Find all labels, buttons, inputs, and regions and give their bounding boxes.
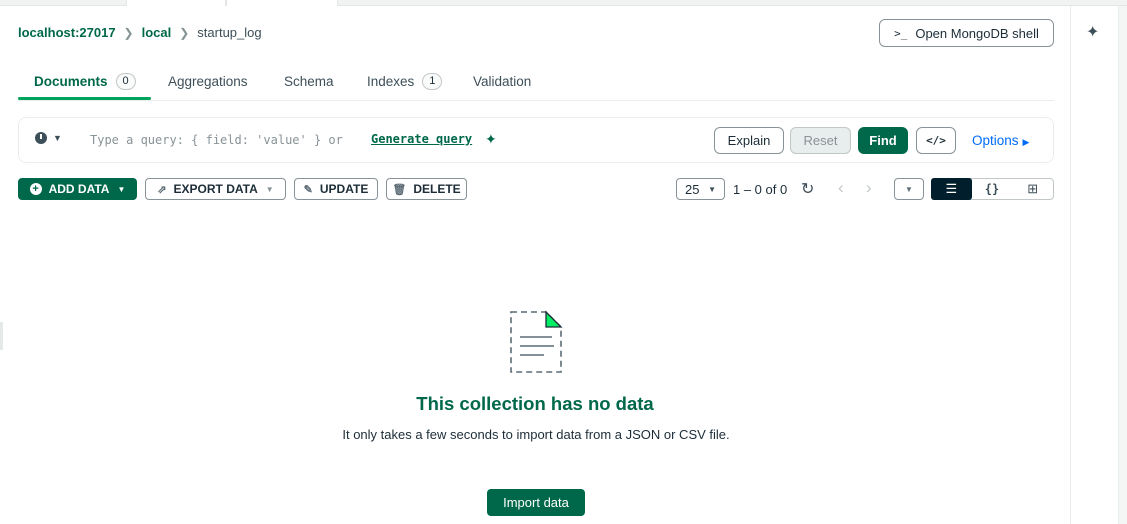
- tab-indexes-label: Indexes: [367, 73, 415, 89]
- pagination-range: 1 – 0 of 0: [733, 182, 788, 197]
- sidebar-resize-handle[interactable]: [0, 322, 3, 350]
- table-view-button[interactable]: ⊞: [1012, 179, 1053, 199]
- braces-icon: {}: [984, 182, 1000, 196]
- active-tab-indicator: [18, 97, 151, 100]
- caret-down-icon: ▼: [53, 133, 62, 143]
- query-history-button[interactable]: ▼: [35, 132, 62, 144]
- generate-query-link[interactable]: Generate query: [371, 132, 472, 146]
- breadcrumb-host[interactable]: localhost:27017: [18, 25, 116, 40]
- caret-down-icon: ▼: [265, 184, 274, 194]
- tab-documents-label: Documents: [34, 73, 108, 89]
- breadcrumb-collection: startup_log: [197, 25, 262, 40]
- collection-tabs: Documents 0 Aggregations Schema Indexes …: [18, 62, 1054, 101]
- scrollbar[interactable]: [1118, 6, 1127, 524]
- chevron-right-icon: ❯: [123, 25, 134, 40]
- add-data-button[interactable]: + ADD DATA ▼: [18, 178, 137, 200]
- update-button[interactable]: ✎ UPDATE: [294, 178, 378, 200]
- open-shell-label: Open MongoDB shell: [915, 25, 1039, 41]
- caret-down-icon: ▼: [708, 184, 716, 194]
- tab-documents[interactable]: Documents 0: [34, 62, 136, 100]
- export-icon: ⇗: [157, 183, 167, 196]
- delete-button[interactable]: 🗑 DELETE: [386, 178, 467, 200]
- assistant-panel: [1070, 6, 1118, 524]
- assistant-sparkle-icon[interactable]: ✦: [1086, 22, 1099, 42]
- query-input[interactable]: Type a query: { field: 'value' } or: [90, 133, 343, 147]
- caret-down-icon: ▼: [117, 184, 126, 194]
- options-toggle[interactable]: Options ▶: [972, 133, 1029, 148]
- view-options-dropdown[interactable]: ▼: [894, 178, 924, 200]
- export-data-label: EXPORT DATA: [173, 182, 258, 196]
- table-icon: ⊞: [1027, 181, 1039, 196]
- tab-aggregations[interactable]: Aggregations: [168, 62, 248, 100]
- empty-state-title: This collection has no data: [416, 393, 654, 414]
- sparkle-icon: ✦: [485, 131, 497, 147]
- trash-icon: 🗑: [392, 183, 407, 196]
- view-mode-switcher: ☰ {} ⊞: [931, 178, 1054, 200]
- tab-validation[interactable]: Validation: [473, 62, 531, 100]
- documents-count-badge: 0: [115, 72, 136, 90]
- export-code-button[interactable]: </>: [916, 127, 956, 154]
- clock-icon: [35, 132, 47, 144]
- update-label: UPDATE: [319, 182, 369, 196]
- caret-down-icon: ▼: [905, 184, 913, 194]
- list-view-button[interactable]: ☰: [931, 178, 972, 200]
- options-label: Options: [972, 133, 1019, 148]
- tab-validation-label: Validation: [473, 73, 532, 89]
- documents-workspace: localhost:27017 ❯ local ❯ startup_log >_…: [0, 6, 1070, 524]
- find-button[interactable]: Find: [858, 127, 908, 154]
- reset-button[interactable]: Reset: [790, 127, 851, 154]
- import-data-button[interactable]: Import data: [487, 489, 585, 516]
- explain-button[interactable]: Explain: [714, 127, 784, 154]
- list-icon: ☰: [945, 181, 958, 196]
- chevron-right-icon: ❯: [179, 25, 190, 40]
- page-size-select[interactable]: 25 ▼: [676, 178, 725, 200]
- indexes-count-badge: 1: [422, 72, 443, 90]
- export-data-button[interactable]: ⇗ EXPORT DATA ▼: [145, 178, 286, 200]
- chevron-right-icon[interactable]: ›: [866, 178, 872, 198]
- add-data-label: ADD DATA: [48, 182, 110, 196]
- page-size-value: 25: [685, 181, 700, 197]
- empty-state-description: It only takes a few seconds to import da…: [342, 427, 730, 442]
- tab-aggregations-label: Aggregations: [168, 73, 248, 89]
- pencil-icon: ✎: [303, 183, 313, 196]
- terminal-icon: >_: [894, 26, 908, 40]
- open-shell-button[interactable]: >_ Open MongoDB shell: [879, 19, 1054, 47]
- chevron-left-icon[interactable]: ‹: [838, 178, 844, 198]
- tab-schema-label: Schema: [284, 73, 334, 89]
- json-view-button[interactable]: {}: [972, 179, 1013, 199]
- empty-document-icon: [510, 310, 563, 373]
- breadcrumb: localhost:27017 ❯ local ❯ startup_log: [18, 25, 262, 40]
- delete-label: DELETE: [413, 182, 461, 196]
- tab-indexes[interactable]: Indexes 1: [367, 62, 443, 100]
- breadcrumb-database[interactable]: local: [142, 25, 172, 40]
- query-bar: ▼ Type a query: { field: 'value' } or Ge…: [18, 117, 1054, 163]
- caret-right-icon: ▶: [1022, 137, 1030, 147]
- tab-schema[interactable]: Schema: [284, 62, 334, 100]
- plus-circle-icon: +: [29, 183, 42, 195]
- refresh-icon[interactable]: ↻: [801, 179, 814, 199]
